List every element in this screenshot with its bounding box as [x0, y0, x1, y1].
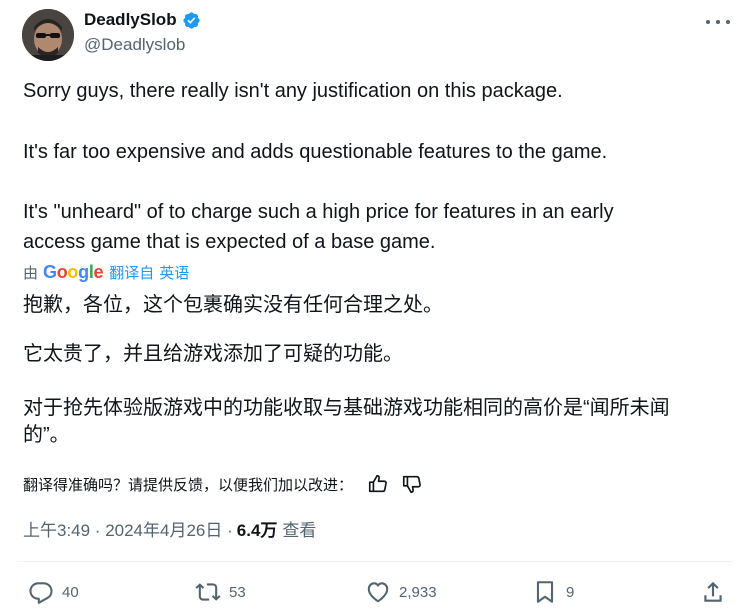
timestamp-link[interactable]: 上午3:49 · 2024年4月26日 · [23, 516, 233, 541]
google-logo: Google [43, 261, 104, 282]
display-name[interactable]: DeadlySlob [84, 10, 177, 30]
translated-paragraph-1: 抱歉，各位，这个包裹确实没有任何合理之处。 [23, 294, 443, 316]
like-button[interactable]: 2,933 [365, 578, 437, 606]
feedback-prompt: 翻译得准确吗？请提供反馈，以便我们加以改进： [23, 476, 354, 494]
user-avatar[interactable] [22, 9, 74, 61]
bookmark-icon [536, 581, 554, 603]
bookmark-button[interactable]: 9 [532, 578, 574, 606]
tweet-text-paragraph-3-line-2: access game that is expected of a base g… [23, 231, 436, 253]
reply-icon [29, 582, 53, 604]
bookmark-count: 9 [566, 583, 575, 601]
like-count: 2,933 [399, 583, 437, 601]
more-dot [726, 20, 730, 24]
reply-button[interactable]: 40 [28, 578, 79, 606]
tweet-text-paragraph-1: Sorry guys, there really isn't any justi… [23, 80, 563, 102]
translated-paragraph-3-line-1: 对于抢先体验版游戏中的功能收取与基础游戏功能相同的高价是“闻所未闻 [23, 397, 670, 419]
repost-button[interactable]: 53 [195, 578, 246, 606]
share-icon [704, 581, 722, 602]
translation-feedback: 翻译得准确吗？请提供反馈，以便我们加以改进： [23, 472, 423, 496]
heart-icon [367, 582, 389, 603]
view-count: 6.4万 [236, 520, 278, 540]
tweet-metadata: 上午3:49 · 2024年4月26日 · 6.4万 查看 [23, 516, 316, 540]
tweet-text-paragraph-2: It's far too expensive and adds question… [23, 141, 608, 163]
views-label: 查看 [282, 520, 317, 540]
translation-bar: 由 Google 翻译自 英语 [23, 262, 194, 282]
repost-icon [195, 583, 221, 601]
reply-count: 40 [62, 583, 79, 601]
translated-from-link[interactable]: 翻译自 [109, 262, 154, 283]
avatar-image [22, 9, 74, 61]
more-dot [706, 20, 710, 24]
tweet-card: DeadlySlob @Deadlyslob Sorry guys, there… [0, 0, 750, 616]
translated-paragraph-3-line-2: 的”。 [23, 424, 70, 446]
verified-badge-icon [182, 11, 200, 29]
divider [18, 561, 732, 562]
repost-count: 53 [229, 583, 246, 601]
thumbs-down-icon[interactable] [401, 473, 423, 495]
source-language-link[interactable]: 英语 [159, 262, 189, 283]
user-handle[interactable]: @Deadlyslob [84, 35, 185, 55]
share-button[interactable] [700, 578, 726, 606]
translated-by-label: 由 [23, 264, 39, 282]
thumbs-up-icon[interactable] [367, 473, 389, 495]
translated-paragraph-2: 它太贵了，并且给游戏添加了可疑的功能。 [23, 343, 403, 365]
more-dot [716, 20, 720, 24]
more-options-icon[interactable] [706, 12, 730, 32]
tweet-text-paragraph-3-line-1: It's "unheard" of to charge such a high … [23, 201, 614, 223]
